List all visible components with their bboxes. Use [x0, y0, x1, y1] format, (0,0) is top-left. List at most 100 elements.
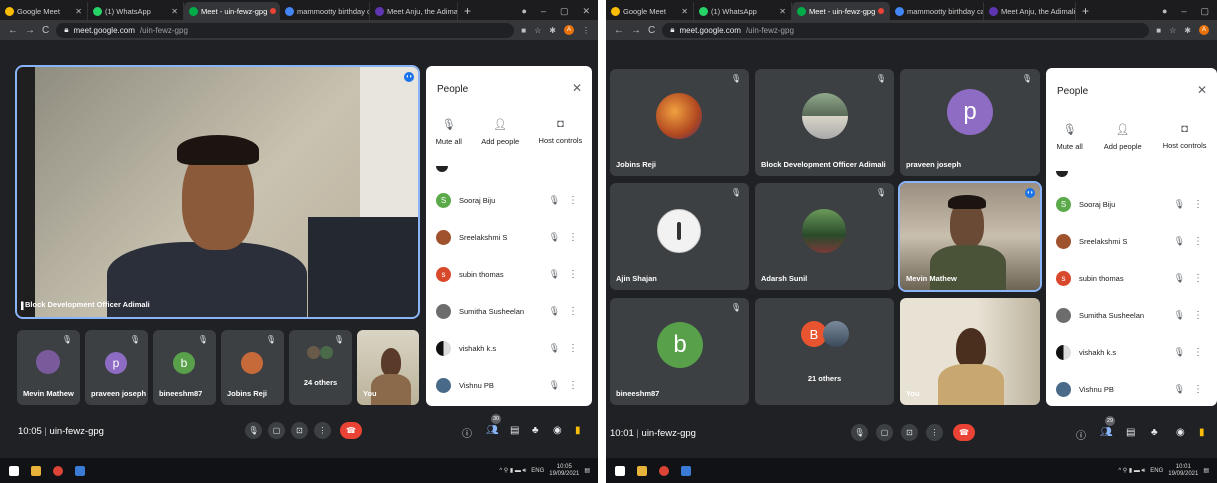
- app-icon[interactable]: [681, 465, 691, 476]
- mic-off-icon[interactable]: 🎙︎: [549, 232, 560, 243]
- reload-icon[interactable]: C: [42, 25, 49, 36]
- mic-off-icon[interactable]: 🎙︎: [549, 343, 560, 354]
- add-people-button[interactable]: 👤︎ Add people: [1104, 123, 1142, 151]
- mic-off-icon[interactable]: 🎙︎: [549, 195, 560, 206]
- add-people-button[interactable]: 👤︎ Add people: [481, 118, 519, 146]
- participant-tile[interactable]: 🎙︎ b bineeshm87: [153, 330, 216, 405]
- mic-off-icon[interactable]: 🎙︎: [1174, 347, 1185, 358]
- participant-tile[interactable]: 🎙︎ Mevin Mathew: [17, 330, 80, 405]
- more-options-button[interactable]: ⋮: [926, 424, 943, 441]
- bookmark-star-icon[interactable]: ☆: [1169, 26, 1176, 35]
- participant-tile[interactable]: 🎙︎ p praveen joseph: [85, 330, 148, 405]
- list-item[interactable]: Sreelakshmi S 🎙︎ ⋮: [1046, 223, 1217, 260]
- list-item[interactable]: Vishnu PB 🎙︎ ⋮: [1046, 371, 1217, 406]
- address-bar[interactable]: 🔒︎ meet.google.com/uin-fewz-gpg: [662, 22, 1150, 38]
- reload-icon[interactable]: C: [648, 25, 655, 36]
- list-item[interactable]: s subin thomas 🎙︎ ⋮: [1046, 260, 1217, 297]
- menu-dots-icon[interactable]: ⋮: [582, 26, 590, 35]
- chrome-icon[interactable]: [659, 465, 669, 476]
- maximize-icon[interactable]: ▢: [560, 6, 569, 17]
- self-view-tile[interactable]: You: [900, 298, 1040, 405]
- more-options-icon[interactable]: ⋮: [1193, 199, 1203, 210]
- present-button[interactable]: ⊡: [291, 422, 308, 439]
- profile-dot-icon[interactable]: ●: [1162, 6, 1167, 16]
- minimize-icon[interactable]: –: [1181, 6, 1186, 16]
- more-options-icon[interactable]: ⋮: [1193, 384, 1203, 395]
- camera-button[interactable]: ▢: [876, 424, 893, 441]
- host-controls-icon[interactable]: ◉: [553, 425, 562, 436]
- back-icon[interactable]: ←: [614, 25, 624, 36]
- mic-off-icon[interactable]: 🎙︎: [1174, 199, 1185, 210]
- mute-all-button[interactable]: 🎙︎ Mute all: [436, 118, 462, 146]
- profile-avatar[interactable]: A: [1199, 25, 1209, 35]
- file-explorer-icon[interactable]: [31, 465, 41, 476]
- host-controls-icon[interactable]: ◉: [1176, 427, 1185, 438]
- more-options-icon[interactable]: ⋮: [568, 232, 578, 243]
- more-options-icon[interactable]: ⋮: [1193, 236, 1203, 247]
- mic-off-icon[interactable]: 🎙︎: [549, 380, 560, 391]
- camera-icon[interactable]: ■: [1156, 26, 1161, 35]
- list-item[interactable]: S Sooraj Biju 🎙︎ ⋮: [1046, 186, 1217, 223]
- close-panel-icon[interactable]: ✕: [572, 81, 582, 95]
- tab-google-meet[interactable]: Google Meet ✕: [0, 2, 88, 20]
- tab-google-search[interactable]: mammootty birthday cak✕: [280, 2, 370, 20]
- more-options-icon[interactable]: ⋮: [568, 343, 578, 354]
- notifications-icon[interactable]: ▤: [1203, 467, 1209, 474]
- mic-off-icon[interactable]: 🎙︎: [549, 269, 560, 280]
- more-options-button[interactable]: ⋮: [314, 422, 331, 439]
- mic-off-icon[interactable]: 🎙︎: [1174, 310, 1185, 321]
- main-video-tile[interactable]: ◖◗ Block Development Officer Adimali ▌: [15, 65, 420, 319]
- tray-icons[interactable]: ^ ⚲ ▮ ▬ 🔊︎: [499, 467, 526, 475]
- tab-meet-active[interactable]: Meet - uin-fewz-gpg✕: [792, 2, 890, 20]
- minimize-icon[interactable]: –: [541, 6, 546, 16]
- maximize-icon[interactable]: ▢: [1200, 6, 1209, 17]
- chat-icon[interactable]: ▤: [510, 425, 519, 436]
- self-view-tile[interactable]: You: [357, 330, 419, 405]
- close-tab-icon[interactable]: ✕: [71, 7, 82, 16]
- activities-icon[interactable]: ♣: [532, 425, 539, 436]
- mic-off-icon[interactable]: 🎙︎: [1174, 236, 1185, 247]
- mic-off-icon[interactable]: 🎙︎: [549, 306, 560, 317]
- meeting-details-icon[interactable]: ⓘ: [462, 425, 472, 440]
- meeting-details-icon[interactable]: ⓘ: [1076, 427, 1086, 442]
- close-panel-icon[interactable]: ✕: [1197, 83, 1207, 97]
- forward-icon[interactable]: →: [631, 25, 641, 36]
- people-icon[interactable]: 👥︎: [486, 425, 499, 436]
- list-item[interactable]: s subin thomas 🎙︎ ⋮: [426, 256, 592, 293]
- speaking-video-tile[interactable]: ◖◗ Mevin Mathew: [898, 181, 1042, 292]
- close-tab-icon[interactable]: ✕: [167, 7, 178, 16]
- host-controls-button[interactable]: ◘ Host controls: [539, 118, 583, 146]
- more-options-icon[interactable]: ⋮: [568, 269, 578, 280]
- new-tab-button[interactable]: +: [1076, 2, 1095, 20]
- profile-dot-icon[interactable]: ●: [521, 6, 526, 16]
- people-icon[interactable]: 👥︎: [1100, 427, 1113, 438]
- address-bar[interactable]: 🔒︎ meet.google.com/uin-fewz-gpg: [56, 22, 515, 38]
- microphone-button[interactable]: 🎙︎: [245, 422, 262, 439]
- present-button[interactable]: ⊡: [901, 424, 918, 441]
- close-window-icon[interactable]: ✕: [582, 6, 590, 17]
- hand-raise-icon[interactable]: ▮: [575, 425, 581, 436]
- tab-meet-active[interactable]: Meet - uin-fewz-gpg✕: [184, 2, 280, 20]
- leave-call-button[interactable]: ☎︎: [953, 424, 975, 441]
- more-options-icon[interactable]: ⋮: [568, 195, 578, 206]
- camera-button[interactable]: ▢: [268, 422, 285, 439]
- more-options-icon[interactable]: ⋮: [568, 380, 578, 391]
- host-controls-button[interactable]: ◘ Host controls: [1163, 123, 1207, 151]
- more-options-icon[interactable]: ⋮: [568, 306, 578, 317]
- participant-tile[interactable]: 🎙︎ Jobins Reji: [221, 330, 284, 405]
- file-explorer-icon[interactable]: [637, 465, 647, 476]
- tab-google-meet[interactable]: Google Meet ✕: [606, 2, 694, 20]
- list-item[interactable]: vishakh k.s 🎙︎ ⋮: [1046, 334, 1217, 371]
- mic-off-icon[interactable]: 🎙︎: [1174, 384, 1185, 395]
- tab-whatsapp[interactable]: (1) WhatsApp ✕: [694, 2, 792, 20]
- list-item[interactable]: Sreelakshmi S 🎙︎ ⋮: [426, 219, 592, 256]
- tab-whatsapp[interactable]: (1) WhatsApp ✕: [88, 2, 184, 20]
- participant-tile[interactable]: 🎙︎ Jobins Reji: [610, 69, 749, 176]
- profile-avatar[interactable]: A: [564, 25, 574, 35]
- mute-all-button[interactable]: 🎙︎ Mute all: [1057, 123, 1083, 151]
- new-tab-button[interactable]: +: [458, 2, 477, 20]
- windows-start-icon[interactable]: [9, 465, 19, 476]
- participant-tile[interactable]: 🎙︎ Adarsh Sunil: [755, 183, 894, 290]
- more-options-icon[interactable]: ⋮: [1193, 273, 1203, 284]
- more-options-icon[interactable]: ⋮: [1193, 347, 1203, 358]
